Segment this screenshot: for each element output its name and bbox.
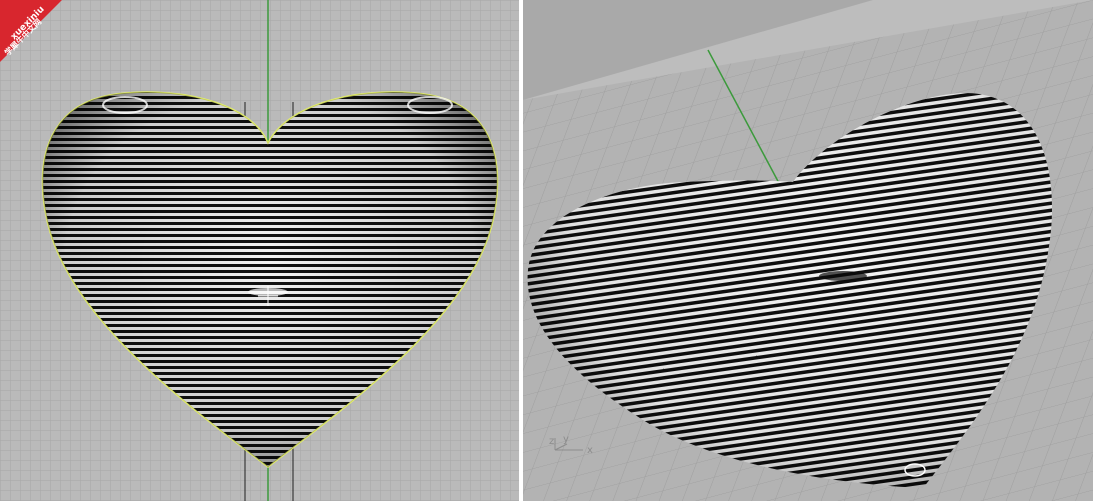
watermark-badge: xuexiniu 学犀牛中文网 (0, 0, 80, 80)
axis-label-x: x (587, 445, 593, 456)
perspective-viewport-canvas[interactable]: z y x (523, 0, 1093, 501)
axis-label-y: y (563, 434, 569, 445)
rhino-workspace: xuexiniu 学犀牛中文网 z y x (0, 0, 1093, 501)
front-viewport[interactable]: xuexiniu 学犀牛中文网 (0, 0, 519, 501)
perspective-viewport[interactable]: z y x (523, 0, 1093, 501)
axis-label-z: z (549, 436, 554, 447)
